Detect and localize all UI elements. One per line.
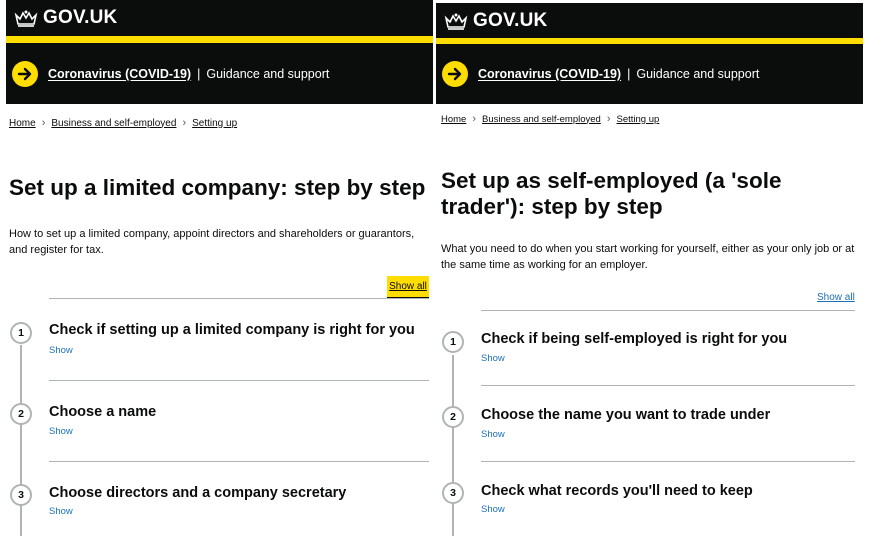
- step-connector-line: [20, 345, 22, 536]
- breadcrumb-business[interactable]: Business and self-employed: [482, 114, 601, 125]
- step-title[interactable]: Check if setting up a limited company is…: [49, 322, 415, 338]
- step-title[interactable]: Choose a name: [49, 404, 156, 420]
- step-show-link[interactable]: Show: [481, 353, 505, 364]
- divider: [49, 461, 429, 462]
- right-page: GOV.UK Coronavirus (COVID-19) | Guidance…: [436, 0, 873, 536]
- govuk-header: GOV.UK: [436, 3, 863, 38]
- govuk-logo-link[interactable]: GOV.UK: [14, 7, 118, 28]
- step-title[interactable]: Choose directors and a company secretary: [49, 485, 346, 501]
- divider: [49, 380, 429, 381]
- step-title[interactable]: Choose the name you want to trade under: [481, 407, 770, 423]
- covid-banner: Coronavirus (COVID-19) | Guidance and su…: [436, 44, 863, 104]
- logo-text: GOV.UK: [43, 7, 118, 28]
- banner-text: Guidance and support: [636, 67, 760, 81]
- crown-icon: [444, 13, 468, 30]
- left-page: GOV.UK Coronavirus (COVID-19) | Guidance…: [0, 0, 433, 536]
- chevron-right-icon: ›: [41, 117, 46, 129]
- step-title[interactable]: Check if being self-employed is right fo…: [481, 331, 787, 347]
- breadcrumb-business[interactable]: Business and self-employed: [51, 118, 176, 129]
- breadcrumb-home[interactable]: Home: [9, 118, 36, 129]
- covid-link[interactable]: Coronavirus (COVID-19): [48, 67, 191, 81]
- banner-text: Guidance and support: [206, 66, 330, 81]
- breadcrumb: Home › Business and self-employed › Sett…: [9, 117, 237, 129]
- step-number: 2: [442, 406, 464, 428]
- step-number: 3: [10, 484, 32, 506]
- step-show-link[interactable]: Show: [49, 426, 73, 437]
- page-title: Set up as self-employed (a 'sole trader'…: [441, 168, 782, 219]
- step-show-link[interactable]: Show: [481, 504, 505, 515]
- divider: [481, 310, 855, 311]
- step-show-link[interactable]: Show: [481, 429, 505, 440]
- covid-link[interactable]: Coronavirus (COVID-19): [478, 67, 621, 81]
- chevron-right-icon: ›: [472, 113, 477, 125]
- crown-icon: [14, 10, 38, 27]
- logo-text: GOV.UK: [473, 10, 548, 31]
- govuk-logo-link[interactable]: GOV.UK: [444, 10, 548, 31]
- divider: [481, 385, 855, 386]
- banner-separator: |: [627, 67, 631, 81]
- page-title: Set up a limited company: step by step: [9, 175, 426, 200]
- covid-banner: Coronavirus (COVID-19) | Guidance and su…: [6, 43, 433, 104]
- arrow-right-icon: [442, 61, 468, 87]
- breadcrumb: Home › Business and self-employed › Sett…: [441, 113, 659, 125]
- step-show-link[interactable]: Show: [49, 506, 73, 517]
- step-number: 1: [442, 331, 464, 353]
- step-show-link[interactable]: Show: [49, 345, 73, 356]
- page-lede: What you need to do when you start worki…: [441, 243, 855, 271]
- breadcrumb-setting-up[interactable]: Setting up: [192, 118, 237, 129]
- step-number: 2: [10, 403, 32, 425]
- divider: [49, 298, 429, 299]
- header-yellow-bar: [6, 36, 433, 43]
- show-all-button[interactable]: Show all: [387, 276, 429, 297]
- page-lede: How to set up a limited company, appoint…: [9, 228, 415, 256]
- step-connector-line: [452, 355, 454, 536]
- arrow-right-icon: [12, 60, 38, 87]
- divider: [481, 461, 855, 462]
- breadcrumb-home[interactable]: Home: [441, 114, 466, 125]
- step-title[interactable]: Check what records you'll need to keep: [481, 483, 753, 499]
- govuk-header: GOV.UK: [6, 0, 433, 36]
- breadcrumb-setting-up[interactable]: Setting up: [617, 114, 660, 125]
- banner-separator: |: [197, 66, 201, 81]
- step-number: 1: [10, 322, 32, 344]
- show-all-link[interactable]: Show all: [817, 292, 855, 303]
- chevron-right-icon: ›: [606, 113, 611, 125]
- step-number: 3: [442, 482, 464, 504]
- chevron-right-icon: ›: [182, 117, 187, 129]
